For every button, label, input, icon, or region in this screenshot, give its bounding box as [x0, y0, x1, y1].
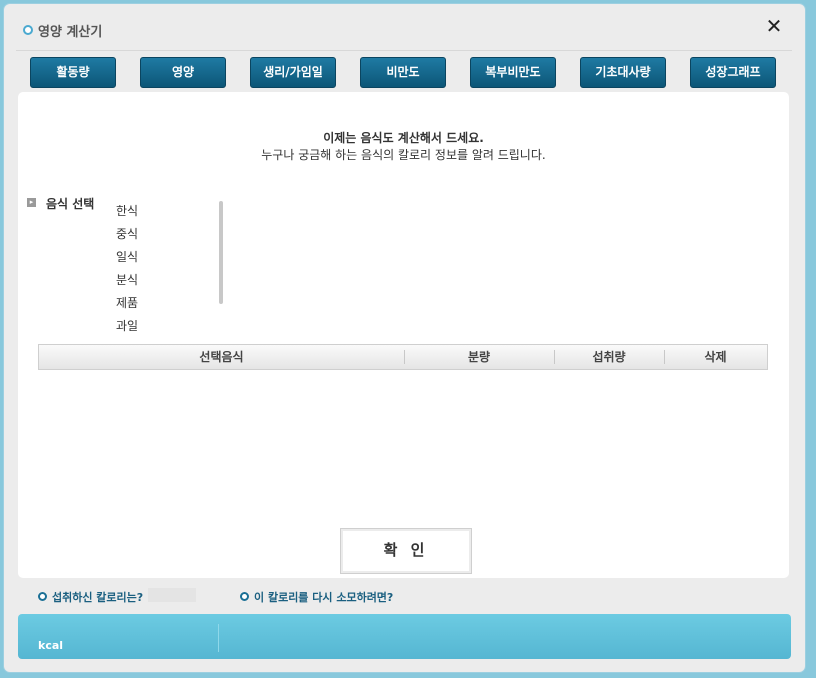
- food-category-list: 한식 중식 일식 분식 제품 과일: [106, 202, 216, 338]
- selected-food-table-header: 선택음식 분량 섭취량 삭제: [38, 344, 768, 370]
- list-item[interactable]: 한식: [116, 202, 138, 219]
- column-header-intake: 섭취량: [592, 350, 626, 364]
- list-scrollbar[interactable]: [219, 201, 223, 304]
- burn-calorie-question: 이 칼로리를 다시 소모하려면?: [254, 591, 394, 604]
- tab-growth-graph[interactable]: 성장그래프: [690, 57, 776, 88]
- intake-calorie-value: [148, 588, 196, 602]
- food-select-label: 음식 선택: [46, 197, 95, 211]
- tab-activity[interactable]: 활동량: [30, 57, 116, 88]
- title-bullet-icon: [23, 25, 33, 35]
- confirm-button[interactable]: 확 인: [340, 528, 472, 574]
- title-divider: [16, 50, 792, 51]
- title-bar: 영양 계산기 ✕: [4, 4, 805, 50]
- intro-heading: 이제는 음식도 계산해서 드세요.: [323, 131, 484, 145]
- tab-obesity[interactable]: 비만도: [360, 57, 446, 88]
- tab-nutrition[interactable]: 영양: [140, 57, 226, 88]
- window-title: 영양 계산기: [38, 25, 103, 40]
- kcal-unit: kcal: [38, 639, 64, 652]
- nutrition-calculator-window: 영양 계산기 ✕ 활동량 영양 생리/가임일 비만도 복부비만도 기초대사량 성…: [4, 4, 805, 672]
- list-item[interactable]: 일식: [116, 248, 138, 265]
- result-divider: [218, 624, 219, 652]
- list-item[interactable]: 제품: [116, 294, 138, 311]
- tab-basal-metabolism[interactable]: 기초대사량: [580, 57, 666, 88]
- column-header-selected-food: 선택음식: [199, 350, 244, 364]
- tab-menstrual-fertility[interactable]: 생리/가임일: [250, 57, 336, 88]
- question-row: 섭취하신 칼로리는? 이 칼로리를 다시 소모하려면?: [4, 586, 805, 606]
- result-bar: kcal: [18, 614, 791, 659]
- intro-subtext: 누구나 궁금해 하는 음식의 칼로리 정보를 알려 드립니다.: [261, 148, 546, 162]
- intake-calorie-question: 섭취하신 칼로리는?: [52, 591, 144, 604]
- list-item[interactable]: 분식: [116, 271, 138, 288]
- tab-bar: 활동량 영양 생리/가임일 비만도 복부비만도 기초대사량 성장그래프: [4, 57, 805, 89]
- tab-abdominal-obesity[interactable]: 복부비만도: [470, 57, 556, 88]
- main-panel: 이제는 음식도 계산해서 드세요. 누구나 궁금해 하는 음식의 칼로리 정보를…: [18, 92, 789, 578]
- list-item[interactable]: 과일: [116, 317, 138, 334]
- column-header-delete: 삭제: [704, 350, 727, 364]
- close-icon[interactable]: ✕: [764, 16, 784, 36]
- bullet-icon: [240, 592, 249, 601]
- column-header-portion: 분량: [467, 350, 491, 364]
- arrow-right-icon: ▸: [27, 198, 36, 207]
- list-item[interactable]: 중식: [116, 225, 138, 242]
- bullet-icon: [38, 592, 47, 601]
